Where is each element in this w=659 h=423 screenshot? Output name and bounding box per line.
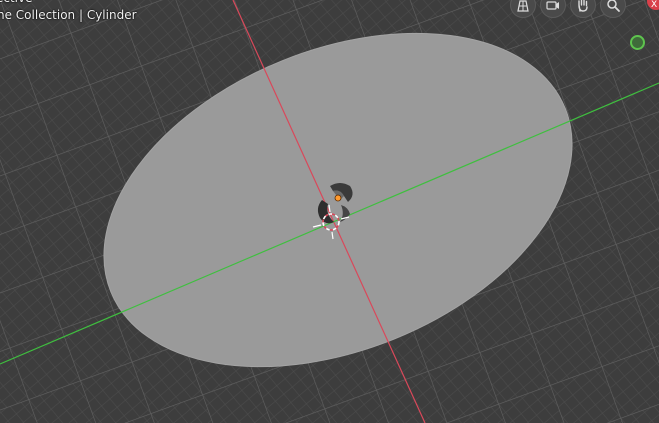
perspective-toggle-icon <box>517 0 529 12</box>
zoom-magnifier-icon <box>607 0 620 12</box>
collection-object-label: ne Collection | Cylinder <box>0 8 137 22</box>
viewport-scene[interactable] <box>0 0 659 423</box>
viewport-mode-label: ective <box>0 0 33 5</box>
object-origin-dot <box>334 194 342 202</box>
camera-view-icon <box>546 1 559 10</box>
hand-pan-icon <box>578 0 588 12</box>
3d-viewport[interactable]: ective ne Collection | Cylinder X <box>0 0 659 423</box>
close-icon: X <box>651 0 658 10</box>
gizmo-y-axis-dot[interactable] <box>630 35 645 50</box>
